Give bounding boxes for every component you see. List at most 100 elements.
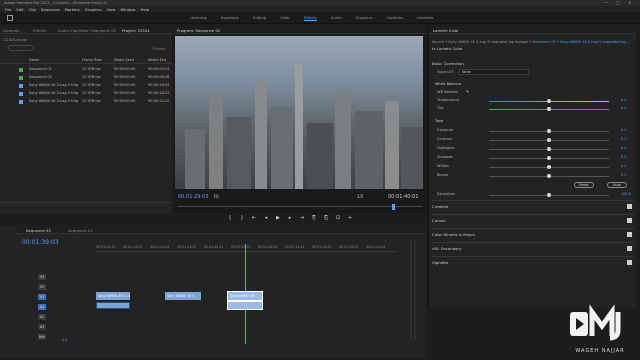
tone-header[interactable]: Tone — [435, 119, 443, 123]
lumetri-section-header[interactable]: Creative — [432, 204, 448, 209]
temperature-slider[interactable] — [547, 99, 551, 103]
section-enable-checkbox[interactable] — [627, 204, 632, 209]
tone-row[interactable]: Contrast 0.0 — [437, 137, 633, 143]
tab-audio-clip-mixer[interactable]: Audio Clip Mixer: Sequence 02 — [58, 28, 116, 33]
program-timecode[interactable]: 00:01:29:03 — [178, 194, 209, 200]
track-label[interactable]: A2 — [38, 314, 46, 320]
basic-correction-header[interactable]: Basic Correction — [432, 61, 464, 66]
project-row[interactable]: Sony A6600 4K S-Log 3 Ung 23.976 fps 00:00… — [0, 82, 172, 90]
go-to-out-button[interactable]: ⇥ — [296, 215, 308, 221]
track-label[interactable]: Mix — [38, 334, 46, 340]
extract-button[interactable]: ⎗ — [320, 215, 332, 221]
button-editor-button[interactable]: + — [344, 215, 356, 221]
track-header[interactable]: V3 — [20, 272, 95, 282]
menu-sequence[interactable]: Sequence — [41, 7, 60, 12]
play-button[interactable]: ▶ — [272, 215, 284, 221]
track-header[interactable]: V2 — [20, 282, 95, 292]
tone-slider[interactable] — [547, 165, 551, 169]
workspace-graphics[interactable]: Graphics — [356, 15, 373, 21]
tone-slider[interactable] — [547, 174, 551, 178]
lumetri-section-header[interactable]: Color Wheels & Match — [432, 232, 475, 237]
step-back-button[interactable]: ◂ — [260, 215, 272, 221]
tone-row[interactable]: Blacks 0.0 — [437, 173, 633, 179]
minimize-button[interactable]: — — [604, 0, 608, 5]
program-scrub-bar[interactable] — [178, 206, 422, 210]
menu-window[interactable]: Window — [121, 7, 136, 12]
step-forward-button[interactable]: ▸ — [284, 215, 296, 221]
timeline-timecode[interactable]: 00:01:39:03 — [22, 239, 59, 246]
tone-slider[interactable] — [547, 138, 551, 142]
lumetri-section-header[interactable]: HSL Secondary — [432, 246, 461, 251]
audio-clip-1[interactable] — [96, 302, 130, 309]
temperature-row[interactable]: Temperature 0.0 — [437, 98, 633, 104]
tone-row[interactable]: Highlights 0.0 — [437, 146, 633, 152]
tint-row[interactable]: Tint 0.0 — [437, 106, 633, 112]
audio-clip-3[interactable] — [227, 301, 263, 310]
lumetri-section-header[interactable]: Vignette — [432, 260, 448, 265]
tab-project[interactable]: Project: 22324 — [122, 28, 150, 33]
track-label[interactable]: A3 — [38, 324, 46, 330]
workspace-learning[interactable]: Learning — [190, 15, 206, 21]
workspace-editing[interactable]: Editing — [253, 15, 266, 21]
menu-markers[interactable]: Markers — [65, 7, 80, 12]
col-frame-rate[interactable]: Frame Rate — [82, 58, 102, 62]
track-header[interactable]: A1 — [20, 302, 95, 312]
timeline-ruler[interactable]: 00:01:04:22 00:01:14:22 00:01:24:22 00:01:3… — [96, 244, 396, 252]
workspace-effects[interactable]: Effects — [303, 15, 317, 21]
lumetri-sequence-source[interactable]: Sequence 02 • Sony A6600 4K S-Log 3 Ungr… — [533, 40, 629, 44]
track-label[interactable]: A1 — [38, 304, 46, 310]
tone-row[interactable]: Whites 0.0 — [437, 164, 633, 170]
mark-out-button[interactable]: } — [236, 215, 248, 221]
lumetri-source[interactable]: Source • Sony A6600 4K S-Log 3 Ungraded … — [432, 40, 534, 44]
resolution-select[interactable]: 1/2 — [357, 194, 363, 199]
eyedropper-icon[interactable]: ✎ — [466, 89, 469, 94]
section-enable-checkbox[interactable] — [627, 260, 632, 265]
auto-button[interactable]: Auto — [607, 182, 627, 188]
workspace-libraries[interactable]: Libraries — [417, 15, 433, 21]
project-row[interactable]: Sony A6600 4K S-Log 3 Ung 23.976 fps 00:00… — [0, 98, 172, 106]
tone-slider[interactable] — [547, 129, 551, 133]
tone-row[interactable]: Shadows 0.0 — [437, 155, 633, 161]
lift-button[interactable]: ⎘ — [308, 215, 320, 221]
white-balance-header[interactable]: White Balance — [435, 82, 461, 86]
section-enable-checkbox[interactable] — [627, 246, 632, 251]
menu-file[interactable]: File — [5, 7, 11, 12]
tone-slider[interactable] — [547, 147, 551, 151]
tone-slider[interactable] — [547, 156, 551, 160]
menu-help[interactable]: Help — [141, 7, 150, 12]
track-header[interactable]: V1 — [20, 292, 95, 302]
col-media-end[interactable]: Media End — [148, 58, 166, 62]
close-button[interactable]: ✕ — [628, 0, 631, 5]
tab-sequence-01[interactable]: Sequence 01 — [68, 228, 93, 233]
menu-clip[interactable]: Clip — [29, 7, 36, 12]
lumetri-section-header[interactable]: Curves — [432, 218, 446, 223]
section-enable-checkbox[interactable] — [627, 218, 632, 223]
menu-graphics[interactable]: Graphics — [85, 7, 102, 12]
project-row[interactable]: Sequence 02 23.976 fps 00:00:00:00 00:00:06… — [0, 74, 172, 82]
export-frame-button[interactable]: ⊡ — [332, 215, 344, 221]
mark-in-button[interactable]: { — [224, 215, 236, 221]
program-playhead[interactable] — [392, 204, 395, 210]
mix-value[interactable]: 0.0 — [62, 338, 67, 342]
workspace-audio[interactable]: Audio — [331, 15, 342, 21]
col-name[interactable]: Name — [29, 58, 39, 62]
saturation-slider[interactable] — [547, 193, 551, 197]
track-header[interactable]: A2 — [20, 312, 95, 322]
project-search-input[interactable] — [8, 45, 34, 51]
tab-lumetri-color[interactable]: Lumetri Color — [433, 28, 459, 33]
tab-effects[interactable]: Effects — [33, 28, 46, 33]
project-row[interactable]: Sequence 01 23.976 fps 00:00:00:00 00:00:09… — [0, 66, 172, 74]
track-label[interactable]: V1 — [38, 294, 46, 300]
tab-sequence-02[interactable]: Sequence 02 — [26, 228, 51, 233]
workspace-color[interactable]: Color — [280, 15, 290, 21]
track-label[interactable]: V2 — [38, 284, 46, 290]
maximize-button[interactable]: ▢ — [616, 0, 620, 5]
reset-button[interactable]: Reset — [574, 182, 594, 188]
tab-program[interactable]: Program: Sequence 02 — [177, 28, 220, 33]
menu-view[interactable]: View — [107, 7, 116, 12]
workspace-assembly[interactable]: Assembly — [220, 15, 238, 21]
input-lut-select[interactable]: None — [459, 69, 529, 75]
workspace-captions[interactable]: Captions — [386, 15, 403, 21]
home-icon[interactable] — [7, 15, 13, 21]
zoom-fit-select[interactable]: Fit — [214, 194, 219, 199]
